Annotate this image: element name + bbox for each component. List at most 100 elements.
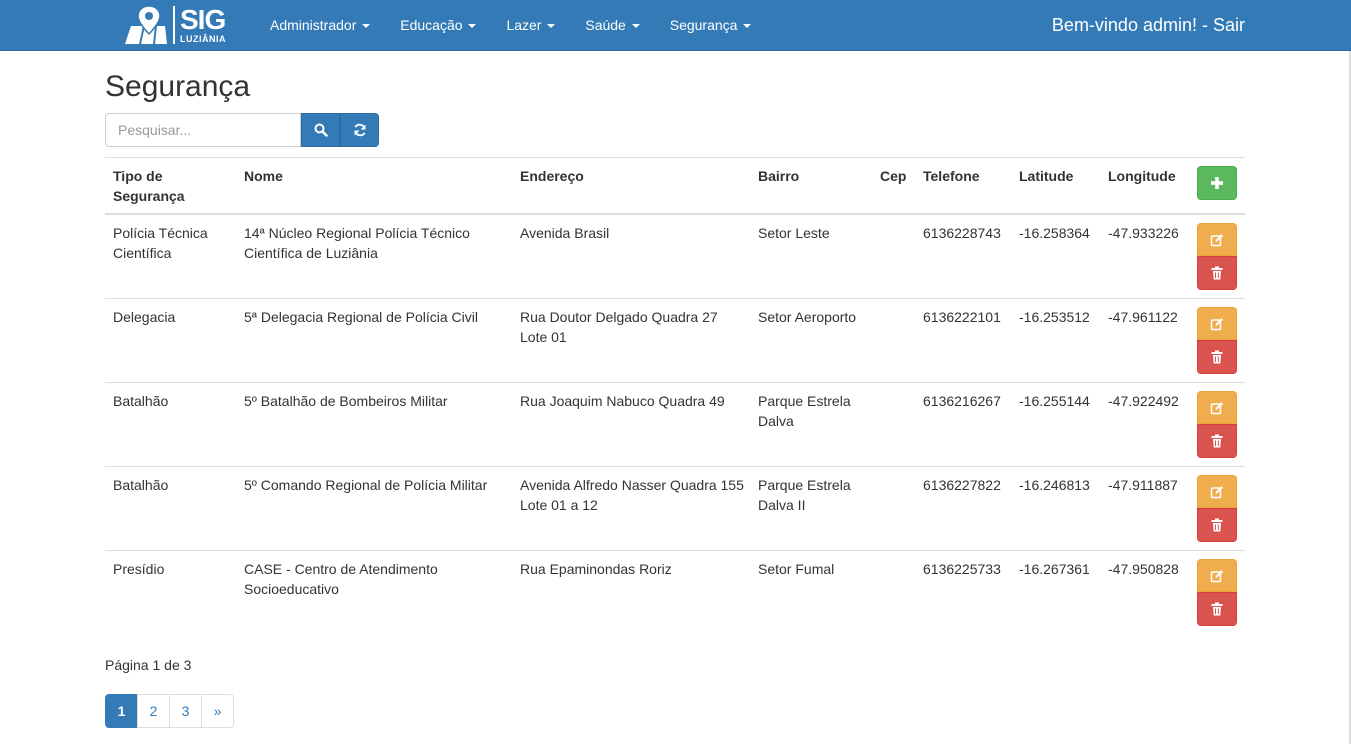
cell-telefone: 6136227822: [923, 477, 1001, 493]
top-navbar: SIG LUZIÂNIA Administrador Educação Laze…: [0, 0, 1351, 51]
header-tipo: Tipo de Segurança: [113, 168, 185, 204]
add-cell: [1197, 166, 1237, 200]
search-button[interactable]: [301, 113, 340, 147]
menu-label: Segurança: [669, 17, 738, 33]
cell-telefone: 6136228743: [923, 225, 1001, 241]
edit-button[interactable]: [1197, 223, 1237, 256]
header-cep: Cep: [880, 168, 907, 184]
page-title: Segurança: [105, 70, 251, 103]
next-page-link[interactable]: »: [201, 694, 234, 728]
trash-icon: [1211, 434, 1223, 448]
brand-name: SIG: [180, 4, 226, 35]
cell-nome: CASE - Centro de Atendimento Socioeducat…: [244, 561, 438, 597]
delete-button[interactable]: [1197, 424, 1237, 458]
menu-educacao[interactable]: Educação: [385, 0, 491, 50]
logo-divider: [173, 6, 175, 44]
refresh-button[interactable]: [340, 113, 379, 147]
menu-label: Lazer: [506, 17, 542, 33]
cell-tipo: Batalhão: [113, 477, 169, 493]
menu-label: Administrador: [270, 17, 357, 33]
caret-down-icon: [547, 24, 556, 29]
cell-tipo: Polícia Técnica Científica: [113, 225, 208, 261]
cell-endereco: Rua Doutor Delgado Quadra 27 Lote 01: [520, 309, 718, 345]
edit-icon: [1210, 317, 1223, 330]
menu-saude[interactable]: Saúde: [570, 0, 654, 50]
brand-city: LUZIÂNIA: [180, 34, 226, 44]
cell-bairro: Parque Estrela Dalva II: [758, 477, 851, 513]
page-1-link[interactable]: 1: [105, 694, 138, 728]
cell-telefone: 6136225733: [923, 561, 1001, 577]
search-icon: [314, 123, 328, 137]
cell-bairro: Setor Aeroporto: [758, 309, 857, 325]
cell-latitude: -16.246813: [1019, 477, 1090, 493]
search-group: [105, 113, 379, 147]
brand-logo[interactable]: SIG LUZIÂNIA: [123, 4, 226, 46]
page-3-link[interactable]: 3: [169, 694, 202, 728]
actions-cell: [1197, 223, 1237, 290]
delete-button[interactable]: [1197, 340, 1237, 374]
menu-seguranca[interactable]: Segurança: [655, 0, 767, 50]
refresh-icon: [354, 123, 365, 137]
cell-endereco: Rua Epaminondas Roriz: [520, 561, 672, 577]
cell-longitude: -47.961122: [1108, 309, 1178, 325]
cell-nome: 5ª Delegacia Regional de Polícia Civil: [244, 309, 478, 325]
actions-cell: [1197, 475, 1237, 542]
edit-button[interactable]: [1197, 391, 1237, 424]
actions-cell: [1197, 391, 1237, 458]
edit-button[interactable]: [1197, 475, 1237, 508]
cell-longitude: -47.922492: [1108, 393, 1179, 409]
actions-cell: [1197, 559, 1237, 626]
cell-endereco: Avenida Alfredo Nasser Quadra 155 Lote 0…: [520, 477, 744, 513]
cell-nome: 14ª Núcleo Regional Polícia Técnico Cien…: [244, 225, 470, 261]
delete-button[interactable]: [1197, 592, 1237, 626]
cell-tipo: Presídio: [113, 561, 165, 577]
brand-text: SIG LUZIÂNIA: [180, 6, 226, 44]
map-pin-logo-icon: [123, 4, 169, 46]
menu-label: Educação: [400, 17, 463, 33]
cell-latitude: -16.255144: [1019, 393, 1090, 409]
cell-nome: 5º Batalhão de Bombeiros Militar: [244, 393, 448, 409]
caret-down-icon: [631, 24, 640, 29]
edit-button[interactable]: [1197, 559, 1237, 592]
delete-button[interactable]: [1197, 508, 1237, 542]
edit-icon: [1210, 569, 1223, 582]
cell-bairro: Parque Estrela Dalva: [758, 393, 851, 429]
actions-cell: [1197, 307, 1237, 374]
cell-bairro: Setor Leste: [758, 225, 830, 241]
delete-button[interactable]: [1197, 256, 1237, 290]
table-row: Batalhão 5º Batalhão de Bombeiros Milita…: [105, 383, 1245, 467]
header-bairro: Bairro: [758, 168, 800, 184]
menu-administrador[interactable]: Administrador: [255, 0, 385, 50]
table-row: Polícia Técnica Científica 14ª Núcleo Re…: [105, 215, 1245, 299]
welcome-logout-link[interactable]: Bem-vindo admin! - Sair: [1052, 0, 1245, 50]
edit-icon: [1210, 401, 1223, 414]
cell-nome: 5º Comando Regional de Polícia Militar: [244, 477, 488, 493]
trash-icon: [1211, 266, 1223, 280]
edit-icon: [1210, 485, 1223, 498]
cell-latitude: -16.253512: [1019, 309, 1090, 325]
header-longitude: Longitude: [1108, 168, 1176, 184]
page-2-link[interactable]: 2: [137, 694, 170, 728]
menu-label: Saúde: [585, 17, 626, 33]
cell-tipo: Batalhão: [113, 393, 169, 409]
header-telefone: Telefone: [923, 168, 980, 184]
trash-icon: [1211, 518, 1223, 532]
security-table: Tipo de Segurança Nome Endereço Bairro C…: [105, 157, 1245, 635]
menu-lazer[interactable]: Lazer: [491, 0, 570, 50]
cell-endereco: Avenida Brasil: [520, 225, 610, 241]
edit-icon: [1210, 233, 1223, 246]
cell-bairro: Setor Fumal: [758, 561, 835, 577]
cell-tipo: Delegacia: [113, 309, 176, 325]
edit-button[interactable]: [1197, 307, 1237, 340]
cell-endereco: Rua Joaquim Nabuco Quadra 49: [520, 393, 725, 409]
page-info: Página 1 de 3: [105, 657, 192, 673]
cell-longitude: -47.950828: [1108, 561, 1179, 577]
header-nome: Nome: [244, 168, 283, 184]
header-latitude: Latitude: [1019, 168, 1074, 184]
table-row: Batalhão 5º Comando Regional de Polícia …: [105, 467, 1245, 551]
header-endereco: Endereço: [520, 168, 584, 184]
cell-longitude: -47.933226: [1108, 225, 1179, 241]
main-menu: Administrador Educação Lazer Saúde Segur…: [255, 0, 766, 50]
add-button[interactable]: [1197, 166, 1237, 200]
search-input[interactable]: [105, 113, 301, 147]
